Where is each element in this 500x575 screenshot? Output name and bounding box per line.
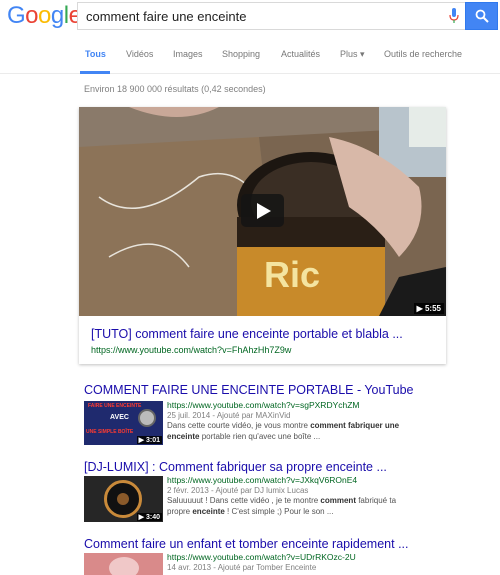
result-date-author: 2 févr. 2013 - Ajouté par DJ lumix Lucas (167, 485, 309, 495)
result-thumbnail[interactable]: FAIRE UNE ENCEINTE AVEC UNE SIMPLE BOÎTE… (84, 401, 163, 445)
tab-tous[interactable]: Tous (85, 49, 106, 59)
play-button[interactable] (241, 194, 284, 227)
result-item: Comment faire un enfant et tomber encein… (84, 537, 494, 575)
result-snippet: Saluuuuut ! Dans cette vidéo , je te mon… (167, 496, 397, 505)
tab-actualites[interactable]: Actualités (281, 49, 320, 59)
active-tab-indicator (80, 71, 110, 74)
speaker-graphic (138, 409, 156, 427)
result-snippet: Dans cette courte vidéo, je vous montre … (167, 421, 400, 430)
tab-shopping[interactable]: Shopping (222, 49, 260, 59)
search-query: comment faire une enceinte (86, 9, 247, 24)
google-logo[interactable]: Google (7, 2, 82, 30)
search-input[interactable]: comment faire une enceinte (77, 2, 465, 30)
result-details: https://www.youtube.com/watch?v=JXkqV6RO… (167, 475, 497, 517)
svg-text:Ric: Ric (264, 254, 320, 295)
result-title[interactable]: Comment faire un enfant et tomber encein… (84, 537, 494, 551)
tab-outils-de-recherche[interactable]: Outils de recherche (384, 49, 462, 59)
result-details: https://www.youtube.com/watch?v=sgPXRDYc… (167, 400, 497, 442)
result-url: https://www.youtube.com/watch?v=UDrRKOzc… (167, 552, 356, 562)
result-url: https://www.youtube.com/watch?v=JXkqV6RO… (167, 475, 358, 485)
result-details: https://www.youtube.com/watch?v=UDrRKOzc… (167, 552, 497, 573)
featured-video-title[interactable]: [TUTO] comment faire une enceinte portab… (91, 327, 403, 341)
search-icon (475, 9, 489, 23)
video-duration: ▶ 3:40 (136, 513, 162, 521)
result-thumbnail[interactable]: ▶ 3:40 (84, 476, 163, 522)
header: Google comment faire une enceinte (0, 0, 500, 33)
tab-videos[interactable]: Vidéos (126, 49, 153, 59)
result-snippet-line: propre enceinte ! C'est simple ;) Pour l… (167, 506, 334, 516)
result-title[interactable]: COMMENT FAIRE UNE ENCEINTE PORTABLE - Yo… (84, 383, 494, 397)
result-thumbnail[interactable] (84, 553, 163, 575)
result-item: COMMENT FAIRE UNE ENCEINTE PORTABLE - Yo… (84, 383, 497, 445)
featured-video-url: https://www.youtube.com/watch?v=FhAhzHh7… (91, 345, 292, 355)
featured-video-thumbnail[interactable]: Ric ▶ 5:55 (79, 107, 446, 316)
result-snippet-line: enceinte portable rien qu'avec une boîte… (167, 431, 321, 441)
result-url: https://www.youtube.com/watch?v=sgPXRDYc… (167, 400, 360, 410)
video-duration: ▶ 5:55 (413, 303, 444, 314)
featured-video-card: Ric ▶ 5:55 [TUTO] comment faire une ence… (79, 107, 446, 364)
result-stats: Environ 18 900 000 résultats (0,42 secon… (84, 84, 266, 94)
result-date-author: 25 juil. 2014 - Ajouté par MAXinVid (167, 410, 291, 420)
result-item: [DJ-LUMIX] : Comment fabriquer sa propre… (84, 460, 494, 525)
result-date-author: 14 avr. 2013 - Ajouté par Tomber Enceint… (167, 562, 317, 572)
video-duration: ▶ 3:01 (136, 436, 162, 444)
search-button[interactable] (465, 2, 498, 30)
search-tabs: Tous Vidéos Images Shopping Actualités P… (0, 33, 500, 74)
microphone-icon[interactable] (449, 8, 459, 24)
tab-images[interactable]: Images (173, 49, 203, 59)
result-title[interactable]: [DJ-LUMIX] : Comment fabriquer sa propre… (84, 460, 494, 474)
tab-plus[interactable]: Plus ▾ (340, 49, 365, 60)
